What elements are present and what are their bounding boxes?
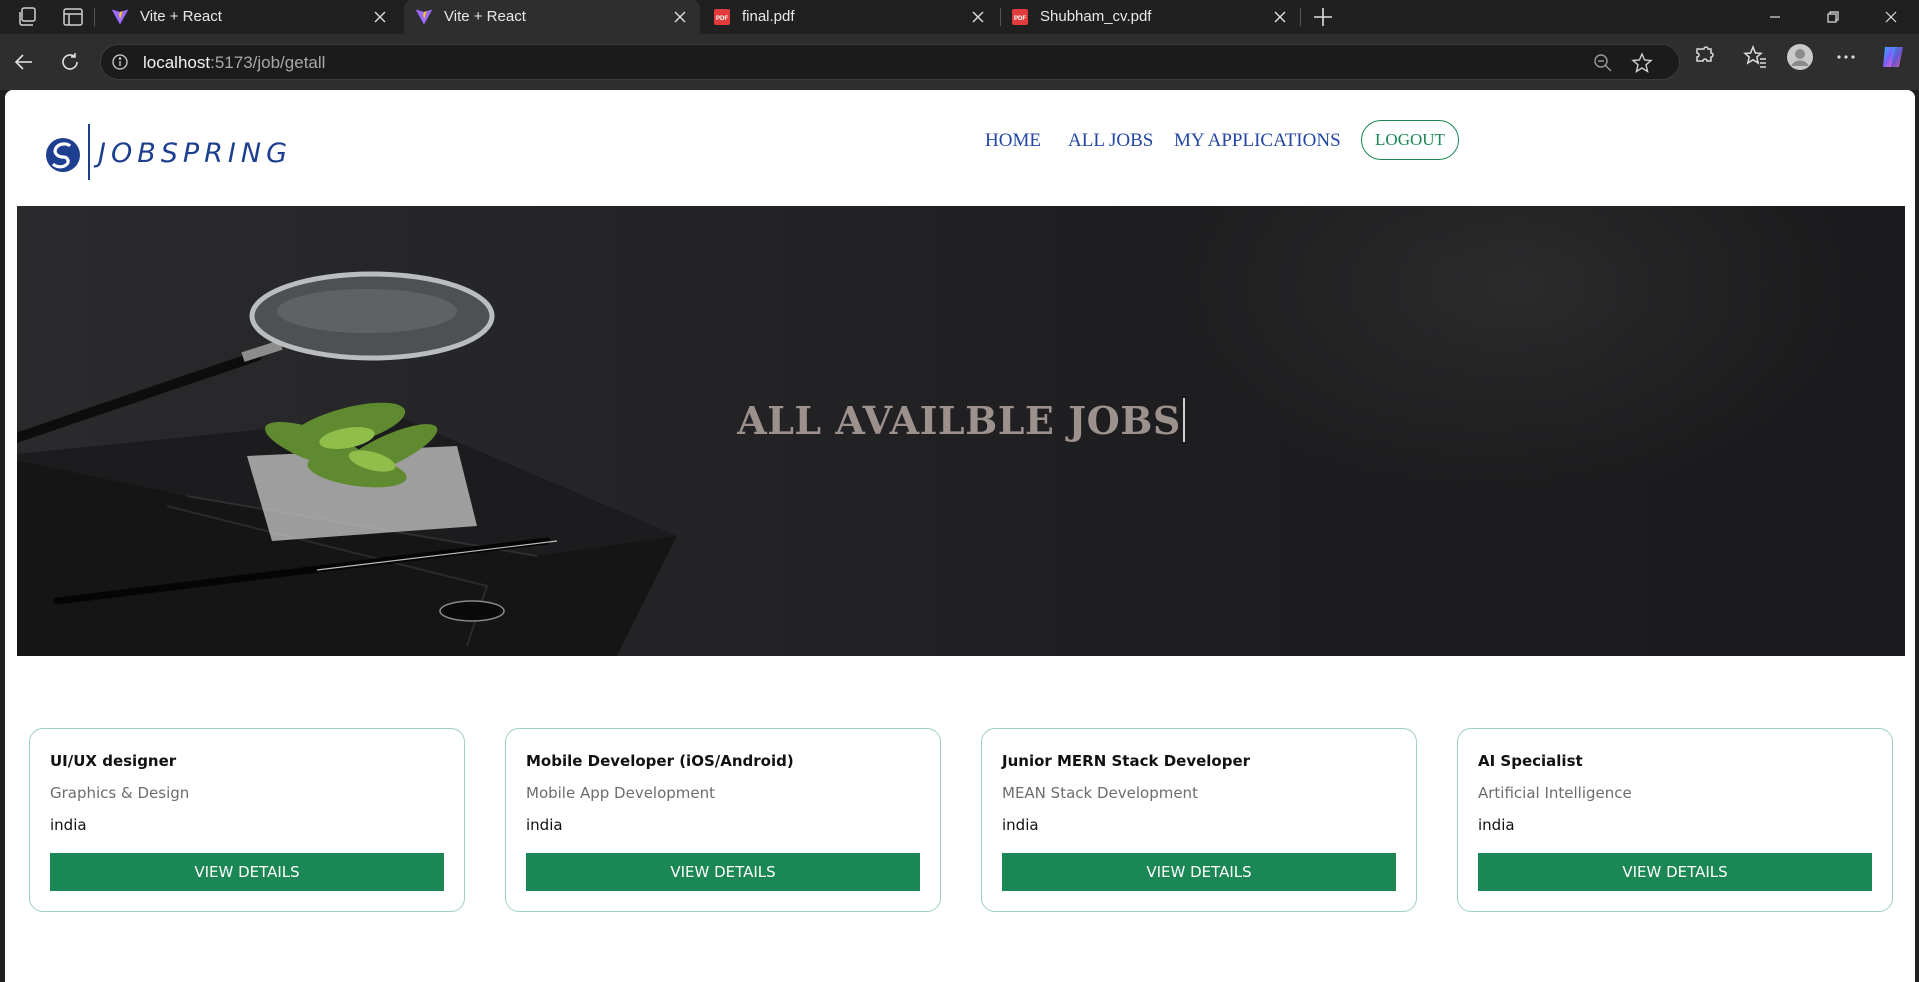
vite-icon <box>415 9 433 25</box>
logo-divider <box>88 124 90 180</box>
jobspring-logo-mark-icon <box>46 138 80 172</box>
hero-title: ALL AVAILBLE JOBS <box>17 398 1905 443</box>
job-location: india <box>526 816 563 834</box>
profile-avatar-icon[interactable] <box>1786 43 1814 71</box>
job-category: Mobile App Development <box>526 784 716 802</box>
job-category: Artificial Intelligence <box>1478 784 1632 802</box>
zoom-out-icon[interactable] <box>1593 53 1613 73</box>
pdf-icon: PDF <box>1012 9 1028 25</box>
job-cards: UI/UX designer Graphics & Design india V… <box>5 728 1915 918</box>
close-tab-icon[interactable] <box>672 9 688 25</box>
nav-my-applications[interactable]: MY APPLICATIONS <box>1174 130 1341 152</box>
svg-text:PDF: PDF <box>716 16 728 22</box>
restore-icon[interactable] <box>1820 4 1846 30</box>
job-location: india <box>1478 816 1515 834</box>
job-card: Junior MERN Stack Developer MEAN Stack D… <box>981 728 1417 912</box>
svg-text:PDF: PDF <box>1014 16 1026 22</box>
logo-text: JOBSPRING <box>98 138 293 169</box>
vertical-tabs-icon[interactable] <box>61 5 85 29</box>
job-title: AI Specialist <box>1478 752 1583 770</box>
address-bar-row: localhost:5173/job/getall <box>0 34 1919 90</box>
job-card: AI Specialist Artificial Intelligence in… <box>1457 728 1893 912</box>
browser-tab-4[interactable]: PDF Shubham_cv.pdf <box>1000 0 1300 34</box>
browser-tab-2[interactable]: Vite + React <box>404 0 700 34</box>
site-info-icon[interactable] <box>111 53 129 71</box>
site-header: JOBSPRING HOME ALL JOBS MY APPLICATIONS … <box>5 90 1915 206</box>
minimize-icon[interactable] <box>1762 4 1788 30</box>
copilot-icon[interactable] <box>1879 43 1907 71</box>
close-tab-icon[interactable] <box>1272 9 1288 25</box>
more-options-icon[interactable] <box>1833 44 1859 70</box>
page-viewport: JOBSPRING HOME ALL JOBS MY APPLICATIONS … <box>5 90 1915 982</box>
refresh-icon[interactable] <box>58 50 82 74</box>
job-card: UI/UX designer Graphics & Design india V… <box>29 728 465 912</box>
url-bar[interactable]: localhost:5173/job/getall <box>100 44 1680 80</box>
hero-banner: ALL AVAILBLE JOBS <box>17 206 1905 656</box>
close-tab-icon[interactable] <box>970 9 986 25</box>
view-details-button[interactable]: VIEW DETAILS <box>526 853 920 891</box>
favorite-star-icon[interactable] <box>1631 52 1653 74</box>
job-title: Junior MERN Stack Developer <box>1002 752 1251 770</box>
logout-button[interactable]: LOGOUT <box>1361 120 1459 160</box>
favorites-icon[interactable] <box>1742 44 1768 70</box>
extensions-icon[interactable] <box>1691 44 1717 70</box>
view-details-button[interactable]: VIEW DETAILS <box>1478 853 1872 891</box>
job-card: Mobile Developer (iOS/Android) Mobile Ap… <box>505 728 941 912</box>
nav-home[interactable]: HOME <box>985 130 1041 152</box>
job-category: MEAN Stack Development <box>1002 784 1198 802</box>
pdf-icon: PDF <box>714 9 730 25</box>
job-category: Graphics & Design <box>50 784 190 802</box>
job-title: Mobile Developer (iOS/Android) <box>526 752 794 770</box>
job-title: UI/UX designer <box>50 752 177 770</box>
job-location: india <box>1002 816 1039 834</box>
vite-icon <box>111 9 129 25</box>
workspaces-icon[interactable] <box>16 5 40 29</box>
browser-tab-1[interactable]: Vite + React <box>100 0 400 34</box>
jobspring-logo[interactable]: JOBSPRING <box>44 122 287 182</box>
back-arrow-icon[interactable] <box>12 50 36 74</box>
view-details-button[interactable]: VIEW DETAILS <box>1002 853 1396 891</box>
browser-tab-3[interactable]: PDF final.pdf <box>702 0 998 34</box>
close-tab-icon[interactable] <box>372 9 388 25</box>
view-details-button[interactable]: VIEW DETAILS <box>50 853 444 891</box>
new-tab-icon[interactable] <box>1311 5 1335 29</box>
url-text[interactable]: localhost:5173/job/getall <box>143 53 325 73</box>
close-window-icon[interactable] <box>1878 4 1904 30</box>
browser-tab-bar: Vite + React Vite + React PDF final.pdf … <box>0 0 1919 34</box>
text-cursor <box>1182 398 1185 442</box>
job-location: india <box>50 816 87 834</box>
nav-all-jobs[interactable]: ALL JOBS <box>1068 130 1153 152</box>
